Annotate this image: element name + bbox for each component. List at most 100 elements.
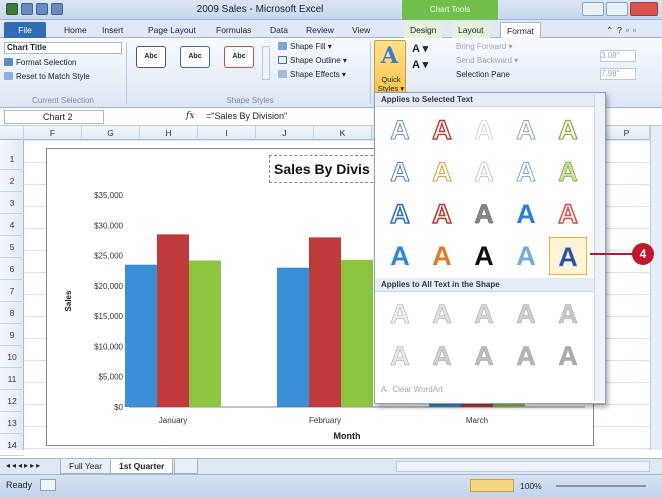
row-header[interactable]: 3 (0, 192, 24, 214)
row-header[interactable]: 1 (0, 148, 24, 170)
row-header[interactable]: 10 (0, 346, 24, 368)
wordart-style-option[interactable]: A (465, 153, 503, 191)
row-header[interactable]: 4 (0, 214, 24, 236)
wordart-style-option[interactable]: A (549, 153, 587, 191)
format-selection-button[interactable]: Format Selection (4, 58, 76, 67)
wordart-style-option[interactable]: A (549, 195, 587, 233)
formula-input[interactable]: ="Sales By Division" (206, 111, 287, 121)
shape-style-preset[interactable]: Abc (224, 46, 254, 68)
wordart-style-option[interactable]: A (381, 153, 419, 191)
row-header[interactable]: 7 (0, 280, 24, 302)
text-outline-button[interactable]: A ▾ (412, 58, 428, 71)
help-icons[interactable]: ⌃?▫▫ (600, 22, 646, 38)
row-header[interactable]: 11 (0, 368, 24, 390)
reset-style-button[interactable]: Reset to Match Style (4, 72, 90, 81)
shape-style-preset[interactable]: Abc (136, 46, 166, 68)
maximize-icon[interactable] (606, 2, 628, 16)
wordart-style-option[interactable]: A (465, 237, 503, 275)
tab-format[interactable]: Format (500, 22, 541, 38)
shape-fill-button[interactable]: Shape Fill ▾ (278, 42, 332, 51)
row-header[interactable]: 14 (0, 434, 24, 456)
quick-styles-label: Quick Styles ▾ (377, 75, 405, 93)
wordart-style-option-disabled: A (516, 341, 536, 372)
wordart-style-option-disabled: A (516, 299, 536, 330)
zoom-level[interactable]: 100% (520, 481, 542, 491)
styles-more-button[interactable] (262, 46, 270, 80)
row-header[interactable]: 12 (0, 390, 24, 412)
name-box[interactable]: Chart 2 (4, 110, 104, 124)
fx-icon[interactable]: fx (186, 111, 194, 121)
row-header[interactable]: 2 (0, 170, 24, 192)
shape-height-input[interactable]: 3.08" (600, 50, 636, 62)
wordart-style-option[interactable]: A (507, 153, 545, 191)
column-header[interactable]: I (198, 126, 256, 140)
text-fill-button[interactable]: A ▾ (412, 42, 428, 55)
chart-element-selector[interactable]: Chart Title (4, 42, 122, 54)
wordart-style-option[interactable]: A (423, 153, 461, 191)
wordart-style-option[interactable]: A (549, 237, 587, 275)
tab-design[interactable]: Design (404, 22, 443, 38)
quick-styles-button[interactable]: A Quick Styles ▾ (374, 40, 406, 98)
wordart-style-option[interactable]: A (423, 111, 461, 149)
select-all-corner[interactable] (0, 126, 24, 140)
wordart-style-option-disabled: A (474, 299, 494, 330)
format-selection-icon (4, 58, 13, 66)
tab-insert[interactable]: Insert (96, 22, 129, 38)
clear-wordart-button[interactable]: A̶ Clear WordArt (381, 385, 443, 394)
sheet-nav-arrows[interactable]: ◂◂◂▸▸▸ (6, 461, 42, 470)
bring-forward-button[interactable]: Bring Forward ▾ (456, 42, 513, 51)
sheet-tab-1st-quarter[interactable]: 1st Quarter (110, 459, 174, 474)
column-header[interactable]: P (604, 126, 650, 140)
column-header[interactable]: H (140, 126, 198, 140)
selection-pane-button[interactable]: Selection Pane (456, 70, 510, 79)
macro-record-icon[interactable] (40, 479, 56, 491)
tab-page-layout[interactable]: Page Layout (142, 22, 202, 38)
wordart-style-option[interactable]: A (423, 237, 461, 275)
row-header[interactable]: 8 (0, 302, 24, 324)
zoom-slider[interactable] (556, 485, 646, 487)
wordart-quick-styles-gallery: Applies to Selected Text AAAAAAAAAAAAAAA… (374, 92, 606, 404)
wordart-style-option[interactable]: A (507, 237, 545, 275)
row-header[interactable]: 5 (0, 236, 24, 258)
column-header[interactable]: J (256, 126, 314, 140)
column-header[interactable]: K (314, 126, 372, 140)
sheet-tab-full-year[interactable]: Full Year (60, 459, 112, 474)
wordart-style-option[interactable]: A (381, 237, 419, 275)
tab-formulas[interactable]: Formulas (210, 22, 257, 38)
x-tick-label: February (309, 416, 341, 425)
tab-file[interactable]: File (4, 22, 46, 38)
wordart-style-option[interactable]: A (381, 111, 419, 149)
wordart-style-option[interactable]: A (465, 111, 503, 149)
wordart-style-option[interactable]: A (381, 195, 419, 233)
shape-effects-button[interactable]: Shape Effects ▾ (278, 70, 346, 79)
wordart-style-option[interactable]: A (507, 195, 545, 233)
gallery-scrollbar[interactable] (594, 95, 605, 401)
shape-style-preset[interactable]: Abc (180, 46, 210, 68)
column-header[interactable]: F (24, 126, 82, 140)
wordart-style-option[interactable]: A (507, 111, 545, 149)
tab-data[interactable]: Data (264, 22, 294, 38)
close-icon[interactable] (630, 2, 658, 16)
tab-layout[interactable]: Layout (452, 22, 490, 38)
shape-width-input[interactable]: 7.98" (600, 68, 636, 80)
row-header[interactable]: 9 (0, 324, 24, 346)
send-backward-button[interactable]: Send Backward ▾ (456, 56, 518, 65)
column-header[interactable]: G (82, 126, 140, 140)
shape-outline-button[interactable]: Shape Outline ▾ (278, 56, 347, 65)
minimize-icon[interactable] (582, 2, 604, 16)
gallery-section-all-text: Applies to All Text in the Shape (375, 278, 605, 292)
row-header[interactable]: 6 (0, 258, 24, 280)
horizontal-scrollbar[interactable] (396, 461, 650, 472)
tab-review[interactable]: Review (300, 22, 340, 38)
row-header[interactable]: 13 (0, 412, 24, 434)
tab-home[interactable]: Home (58, 22, 93, 38)
wordart-style-option-disabled: A (390, 341, 410, 372)
wordart-style-option[interactable]: A (549, 111, 587, 149)
view-buttons[interactable] (470, 479, 514, 492)
wordart-style-option[interactable]: A (423, 195, 461, 233)
shape-styles-group-label: Shape Styles (226, 96, 274, 105)
vertical-scrollbar[interactable] (650, 126, 662, 450)
insert-sheet-icon[interactable] (174, 459, 198, 474)
tab-view[interactable]: View (346, 22, 376, 38)
wordart-style-option[interactable]: A (465, 195, 503, 233)
